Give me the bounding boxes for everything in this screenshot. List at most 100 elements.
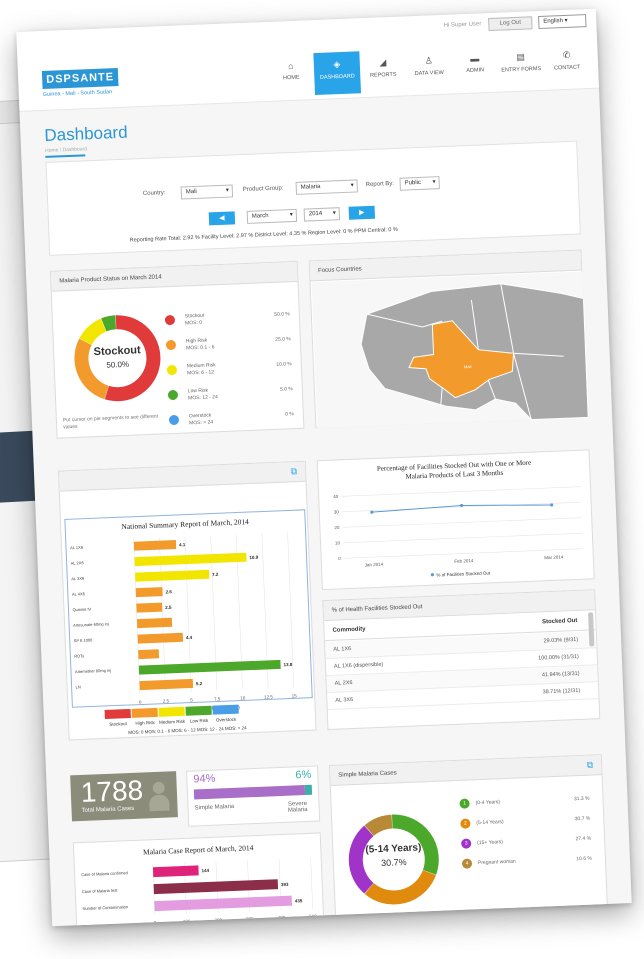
nav-dashboard[interactable]: ◈ DASHBOARD xyxy=(313,51,362,96)
data-label: 144 xyxy=(201,868,209,873)
bar xyxy=(154,895,293,912)
nav-reports-label: REPORTS xyxy=(369,71,397,79)
data-point xyxy=(460,503,464,508)
focus-countries-map[interactable]: Mali xyxy=(310,250,590,429)
y-tick-label: 40 xyxy=(333,494,339,499)
grid-line xyxy=(342,517,583,528)
bar xyxy=(136,602,163,613)
x-tick-label: 300 xyxy=(246,916,254,921)
product-group-label: Product Group: xyxy=(242,185,284,194)
next-month-button[interactable]: ▶ xyxy=(348,205,376,220)
nav-contact-label: CONTACT xyxy=(553,64,581,72)
cases-legend-label: (5-14 Years) xyxy=(476,819,504,827)
legend-swatch xyxy=(185,705,212,716)
data-label: 435 xyxy=(295,898,303,903)
language-select[interactable]: English ▾ xyxy=(538,14,587,30)
cases-legend-pct: 31.3 % xyxy=(573,795,590,803)
nav-reports[interactable]: ◢ REPORTS xyxy=(359,49,407,93)
map-mali-label: Mali xyxy=(464,364,472,369)
page-title: Dashboard xyxy=(44,122,128,145)
nav-entry-forms-label: ENTRY FORMS xyxy=(501,65,542,74)
cases-slice xyxy=(364,814,393,837)
legend-swatch xyxy=(212,704,239,715)
simple-cases-panel: Simple Malaria Cases ⧉ (5-14 Years) 30.7%… xyxy=(328,754,609,927)
national-summary-chart[interactable]: National Summary Report of March, 20140 2… xyxy=(59,462,318,742)
person-icon xyxy=(148,781,170,812)
x-tick-label: 200 xyxy=(214,917,222,922)
chart-title: Malaria Case Report of March, 2014 xyxy=(143,843,254,856)
data-label: 2.5 xyxy=(165,605,172,610)
legend-ranges: MOS: 0 MOS: 0.1 - 6 MOS: 6 - 12 MOS: 12 … xyxy=(128,725,247,735)
status-slice xyxy=(101,315,117,332)
medium-risk-dot xyxy=(166,364,178,376)
cases-legend-pct: 27.4 % xyxy=(575,835,592,843)
legend-low-risk-pct: 5.0 % xyxy=(279,386,293,393)
data-point xyxy=(550,503,554,507)
severe-pct: 6% xyxy=(295,768,312,782)
title-underline xyxy=(45,154,86,158)
cases-legend-label: Pregnant woman xyxy=(477,858,516,867)
y-tick-label: 20 xyxy=(334,525,340,530)
bar xyxy=(133,540,177,551)
product-group-select[interactable]: Malaria xyxy=(295,179,358,195)
bar xyxy=(136,617,173,629)
y-tick-label: LN xyxy=(76,684,81,689)
dashboard-page: Hi Super User Log Out English ▾ DSPSANTE… xyxy=(16,8,632,927)
country-select[interactable]: Mali xyxy=(180,184,234,200)
nav-data-view[interactable]: ♙ DATA VIEW xyxy=(405,48,453,92)
case-report-chart[interactable]: Malaria Case Report of March, 2014 0 100 20… xyxy=(74,833,326,926)
report-by-select[interactable]: Public xyxy=(399,176,440,191)
welcome-text: Hi Super User xyxy=(443,21,482,29)
nav-contact[interactable]: ✆ CONTACT xyxy=(543,42,591,86)
stocked-out-trend-chart[interactable]: Percentage of Facilities Stocked Out wit… xyxy=(318,450,596,591)
reporting-rate: Reporting Rate Total: 2.92 % Facility Le… xyxy=(129,226,398,244)
status-slice xyxy=(104,315,161,402)
legend-label: Stockout xyxy=(109,721,127,727)
x-tick-label: 12.5 xyxy=(264,694,273,699)
simple-pct: 94% xyxy=(193,772,216,786)
breadcrumb[interactable]: Home / Dashboard xyxy=(45,146,87,154)
prev-month-button[interactable]: ◀ xyxy=(208,211,236,226)
legend-swatch xyxy=(158,706,185,717)
stocked-out-trend-panel: Percentage of Facilities Stocked Out wit… xyxy=(316,449,596,591)
overstock-dot xyxy=(168,414,180,426)
bar xyxy=(137,632,184,644)
bar xyxy=(152,865,199,878)
country-label: Country: xyxy=(142,190,166,198)
screenshot-stage: Hi Super User Log Out English ▾ DSPSANTE… xyxy=(0,0,644,959)
legend-stockout-pct: 50.0 % xyxy=(274,311,290,318)
y-tick-label: 0 xyxy=(338,556,341,561)
header-commodity: Commodity xyxy=(332,626,366,634)
simple-severe-split: 94% 6% Simple Malaria Severe Malaria xyxy=(186,765,321,827)
nav-entry-forms[interactable]: ▤ ENTRY FORMS xyxy=(497,44,545,88)
logo[interactable]: DSPSANTE xyxy=(41,67,119,89)
legend-low-risk-text: Low Risk MOS: 12 - 24 xyxy=(187,387,218,402)
nav-admin[interactable]: ▬ ADMIN xyxy=(451,46,499,90)
legend-marker xyxy=(430,573,434,577)
legend-high-risk-pct: 25.0 % xyxy=(275,336,291,343)
year-select[interactable]: 2014 xyxy=(303,207,341,222)
admin-icon: ▬ xyxy=(470,53,480,64)
stockout-dot xyxy=(164,314,176,326)
data-label: 5.2 xyxy=(196,681,203,686)
legend-medium-risk-pct: 10.0 % xyxy=(276,361,292,368)
cases-legend-badge: 2 xyxy=(460,818,471,829)
legend-swatch xyxy=(131,707,158,718)
nav-admin-label: ADMIN xyxy=(466,67,485,74)
total-cases-tile: 1788 Total Malaria Cases xyxy=(70,771,178,822)
case-report-panel: Malaria Case Report of March, 2014 0 100 20… xyxy=(72,832,326,927)
x-tick-label: 10 xyxy=(240,695,246,700)
focus-countries-panel: Focus Countries Mali xyxy=(308,249,590,429)
data-label: 2.6 xyxy=(165,589,172,594)
data-label: 10.9 xyxy=(249,555,258,560)
legend-overstock-pct: 0 % xyxy=(285,411,294,418)
logout-button[interactable]: Log Out xyxy=(488,16,533,32)
high-risk-dot xyxy=(165,339,177,351)
y-tick-label: RDTs xyxy=(74,653,84,658)
y-tick-label: AL 2X6 xyxy=(71,560,85,566)
month-select[interactable]: March xyxy=(246,208,298,224)
y-tick-label: Number of Contamination xyxy=(82,904,128,911)
nav-home[interactable]: ⌂ HOME xyxy=(267,53,315,97)
legend-swatch xyxy=(104,708,131,719)
nav-home-label: HOME xyxy=(282,74,300,82)
